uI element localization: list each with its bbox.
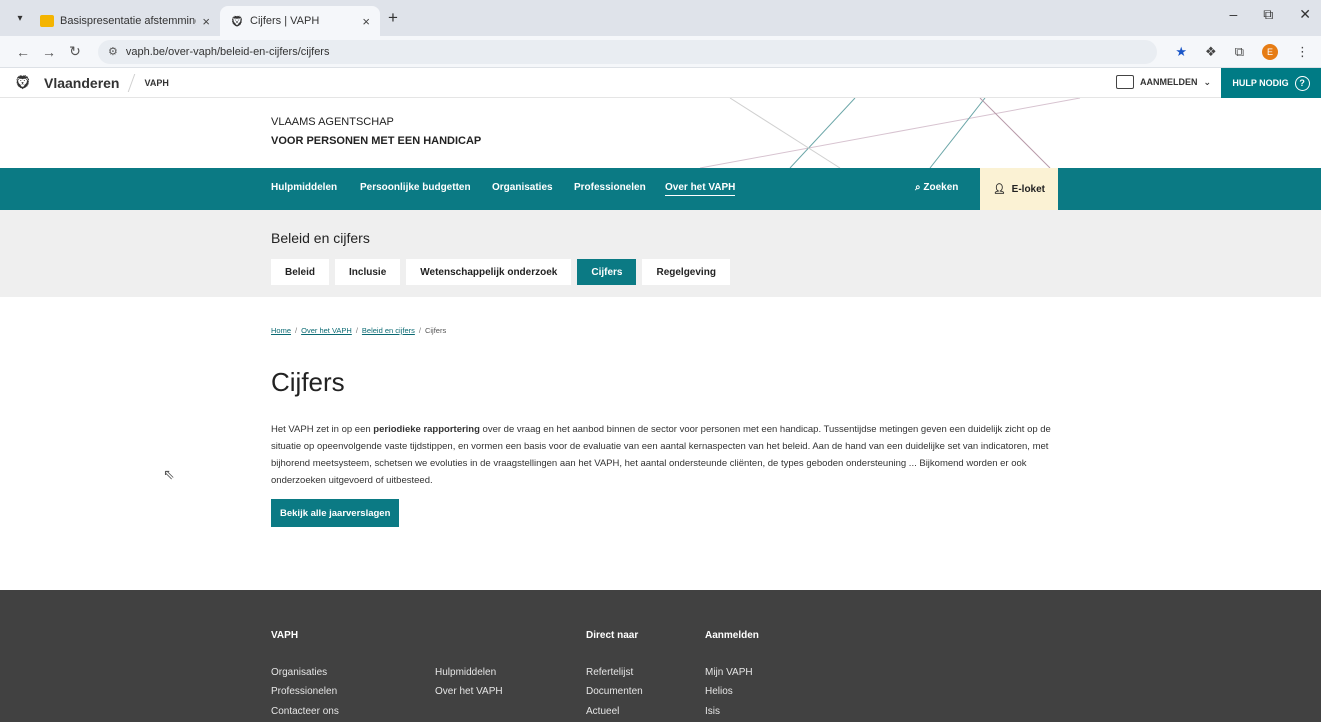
- tab-inclusie[interactable]: Inclusie: [335, 259, 401, 285]
- intro-paragraph: Het VAPH zet in op een periodieke rappor…: [271, 421, 1061, 489]
- footer-heading-aanmelden: Aanmelden: [705, 630, 759, 641]
- footer-heading-vaph: VAPH: [271, 630, 299, 641]
- vlaanderen-lion-logo-icon[interactable]: 🦁︎: [14, 74, 32, 92]
- url-text: vaph.be/over-vaph/beleid-en-cijfers/cijf…: [125, 45, 330, 58]
- back-arrow-icon[interactable]: ←: [12, 44, 34, 60]
- nav-item-professionelen[interactable]: Professionelen: [574, 182, 646, 193]
- tab-title: Cijfers | VAPH: [250, 15, 320, 27]
- user-icon: 👤︎: [992, 183, 1006, 195]
- search-button[interactable]: ⌕ Zoeken: [915, 182, 958, 193]
- help-button[interactable]: HULP NODIG ?: [1221, 68, 1321, 98]
- footer-link-professionelen[interactable]: Professionelen: [271, 686, 337, 697]
- slides-icon: [40, 15, 54, 27]
- agency-name-line2[interactable]: VOOR PERSONEN MET EEN HANDICAP: [271, 135, 481, 147]
- close-window-button[interactable]: ✕: [1299, 6, 1311, 23]
- forward-arrow-icon[interactable]: →: [38, 44, 60, 60]
- footer-link-documenten[interactable]: Documenten: [586, 686, 643, 697]
- nav-item-over-het-vaph[interactable]: Over het VAPH: [665, 182, 736, 196]
- url-input[interactable]: ⚙ vaph.be/over-vaph/beleid-en-cijfers/ci…: [98, 39, 1158, 64]
- footer-heading-direct-naar: Direct naar: [586, 630, 639, 641]
- help-label: HULP NODIG: [1232, 78, 1289, 88]
- agency-name-line1[interactable]: VLAAMS AGENTSCHAP: [271, 116, 394, 128]
- tab-wetenschappelijk-onderzoek[interactable]: Wetenschappelijk onderzoek: [406, 259, 572, 285]
- footer-link-helios[interactable]: Helios: [705, 686, 733, 697]
- vlaanderen-header: 🦁︎ Vlaanderen VAPH AANMELDEN ⌄ HULP NODI…: [0, 68, 1321, 98]
- vaph-label[interactable]: VAPH: [144, 78, 168, 88]
- tab-regelgeving[interactable]: Regelgeving: [642, 259, 730, 285]
- section-navigation: Beleid en cijfers Beleid Inclusie Wetens…: [0, 210, 1321, 297]
- breadcrumb: Home / Over het VAPH / Beleid en cijfers / Cij…: [271, 326, 447, 335]
- footer-link-contacteer-ons[interactable]: Contacteer ons: [271, 706, 339, 717]
- mouse-cursor-icon: ⇖: [163, 466, 175, 482]
- close-tab-icon[interactable]: ×: [202, 14, 210, 29]
- site-settings-icon[interactable]: ⚙: [108, 45, 118, 58]
- footer-link-over-het-vaph[interactable]: Over het VAPH: [435, 686, 503, 697]
- footer-link-organisaties[interactable]: Organisaties: [271, 667, 327, 678]
- tab-cijfers[interactable]: Cijfers: [577, 259, 637, 285]
- page-title: Cijfers: [271, 367, 345, 397]
- vlaanderen-label[interactable]: Vlaanderen: [44, 75, 119, 91]
- search-icon: ⌕: [915, 182, 921, 193]
- eloket-button[interactable]: 👤︎ E-loket: [980, 168, 1058, 210]
- intro-text: Het VAPH zet in op een: [271, 424, 374, 435]
- breadcrumb-beleid-en-cijfers[interactable]: Beleid en cijfers: [362, 326, 415, 335]
- main-content: Home / Over het VAPH / Beleid en cijfers / Cij…: [0, 297, 1321, 590]
- profile-avatar[interactable]: E: [1262, 43, 1278, 60]
- browser-tab-vaph[interactable]: 🦁︎ Cijfers | VAPH ×: [220, 6, 380, 36]
- menu-kebab-icon[interactable]: ⋮: [1296, 44, 1309, 60]
- footer-link-mijn-vaph[interactable]: Mijn VAPH: [705, 667, 753, 678]
- eloket-label: E-loket: [1011, 183, 1046, 195]
- nav-item-persoonlijke-budgetten[interactable]: Persoonlijke budgetten: [360, 182, 471, 193]
- search-label: Zoeken: [923, 182, 959, 193]
- tab-title: Basispresentatie afstemming 2: [60, 15, 197, 27]
- intro-bold-text: periodieke rapportering: [373, 424, 480, 435]
- login-button[interactable]: AANMELDEN ⌄: [1115, 75, 1211, 89]
- tab-list-chevron-icon[interactable]: ▾: [8, 6, 32, 30]
- address-bar: ← → ↻ ⚙ vaph.be/over-vaph/beleid-en-cijf…: [0, 36, 1321, 68]
- tab-beleid[interactable]: Beleid: [271, 259, 330, 285]
- footer-link-refertelijst[interactable]: Refertelijst: [586, 667, 633, 678]
- breadcrumb-current: Cijfers: [424, 326, 447, 335]
- browser-tab-bar: ▾ Basispresentatie afstemming 2 × 🦁︎ Cij…: [0, 0, 1321, 36]
- new-tab-button[interactable]: +: [388, 8, 398, 28]
- login-profile-icon: [1115, 75, 1134, 89]
- extensions-puzzle-icon[interactable]: ⧉: [1235, 44, 1244, 60]
- breadcrumb-over-het-vaph[interactable]: Over het VAPH: [301, 326, 352, 335]
- view-annual-reports-button[interactable]: Bekijk alle jaarverslagen: [271, 499, 400, 527]
- footer-link-actueel[interactable]: Actueel: [586, 706, 619, 717]
- footer: VAPH Organisaties Professionelen Contact…: [0, 590, 1321, 722]
- chevron-down-icon: ⌄: [1203, 76, 1211, 87]
- agency-header: VLAAMS AGENTSCHAP VOOR PERSONEN MET EEN …: [0, 98, 1321, 168]
- breadcrumb-home[interactable]: Home: [271, 326, 291, 335]
- reload-icon[interactable]: ↻: [64, 43, 86, 60]
- divider: [128, 73, 136, 92]
- close-tab-icon[interactable]: ×: [362, 14, 370, 29]
- login-label: AANMELDEN: [1139, 77, 1198, 87]
- question-icon: ?: [1294, 75, 1310, 91]
- footer-link-isis[interactable]: Isis: [705, 706, 720, 717]
- nav-item-hulpmiddelen[interactable]: Hulpmiddelen: [271, 182, 337, 193]
- maximize-button[interactable]: ⧉: [1263, 6, 1273, 23]
- section-title: Beleid en cijfers: [271, 230, 370, 246]
- browser-tab-slides[interactable]: Basispresentatie afstemming 2 ×: [30, 6, 220, 36]
- main-navigation: Hulpmiddelen Persoonlijke budgetten Orga…: [0, 168, 1321, 210]
- nav-item-organisaties[interactable]: Organisaties: [492, 182, 553, 193]
- vlaanderen-lion-icon: 🦁︎: [230, 16, 244, 28]
- extension-icon[interactable]: ❖: [1205, 44, 1217, 60]
- footer-link-hulpmiddelen[interactable]: Hulpmiddelen: [435, 667, 496, 678]
- bookmark-star-icon[interactable]: ★: [1175, 44, 1187, 60]
- decorative-lines: [699, 98, 1081, 168]
- minimize-button[interactable]: –: [1229, 6, 1237, 23]
